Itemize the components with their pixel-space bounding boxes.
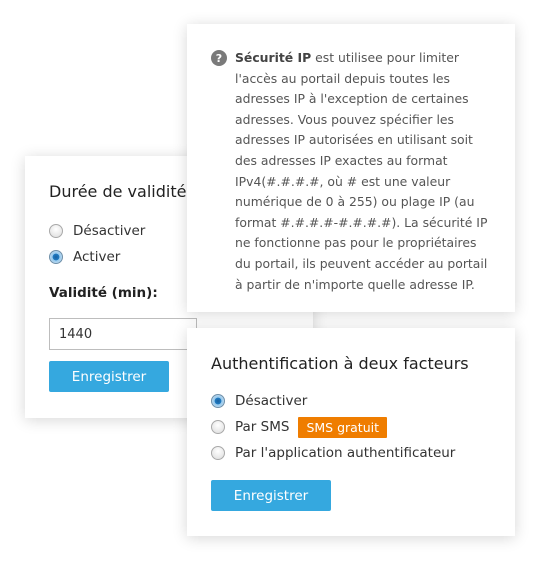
radio-button-unchecked[interactable] <box>211 446 225 460</box>
two-factor-title: Authentification à deux facteurs <box>211 354 469 373</box>
radio-button-checked[interactable] <box>211 394 225 408</box>
ip-security-info-card: ? Sécurité IP est utilisee pour limiter … <box>187 24 515 312</box>
radio-button-checked[interactable] <box>49 250 63 264</box>
two-factor-auth-card: Authentification à deux facteurs Désacti… <box>187 328 515 536</box>
ip-security-text: est utilisee pour limiter l'accès au por… <box>235 50 488 292</box>
radio-label-sms: Par SMS <box>235 419 290 435</box>
radio-label-disable: Désactiver <box>73 223 146 239</box>
radio-option-2fa-disable[interactable]: Désactiver <box>211 388 491 414</box>
radio-button-unchecked[interactable] <box>211 420 225 434</box>
radio-option-authenticator-app[interactable]: Par l'application authentificateur <box>211 440 491 466</box>
ip-security-term: Sécurité IP <box>235 50 312 65</box>
radio-label-authenticator-app: Par l'application authentificateur <box>235 445 456 461</box>
radio-label-enable: Activer <box>73 249 121 265</box>
radio-button-unchecked[interactable] <box>49 224 63 238</box>
radio-label-2fa-disable: Désactiver <box>235 393 308 409</box>
validity-minutes-input[interactable] <box>49 318 197 350</box>
save-two-factor-button[interactable]: Enregistrer <box>211 480 331 511</box>
save-validity-button[interactable]: Enregistrer <box>49 361 169 392</box>
ip-security-description: Sécurité IP est utilisee pour limiter l'… <box>235 48 493 295</box>
help-icon: ? <box>211 50 227 66</box>
radio-option-sms[interactable]: Par SMS SMS gratuit <box>211 414 491 440</box>
sms-free-badge: SMS gratuit <box>298 416 387 438</box>
